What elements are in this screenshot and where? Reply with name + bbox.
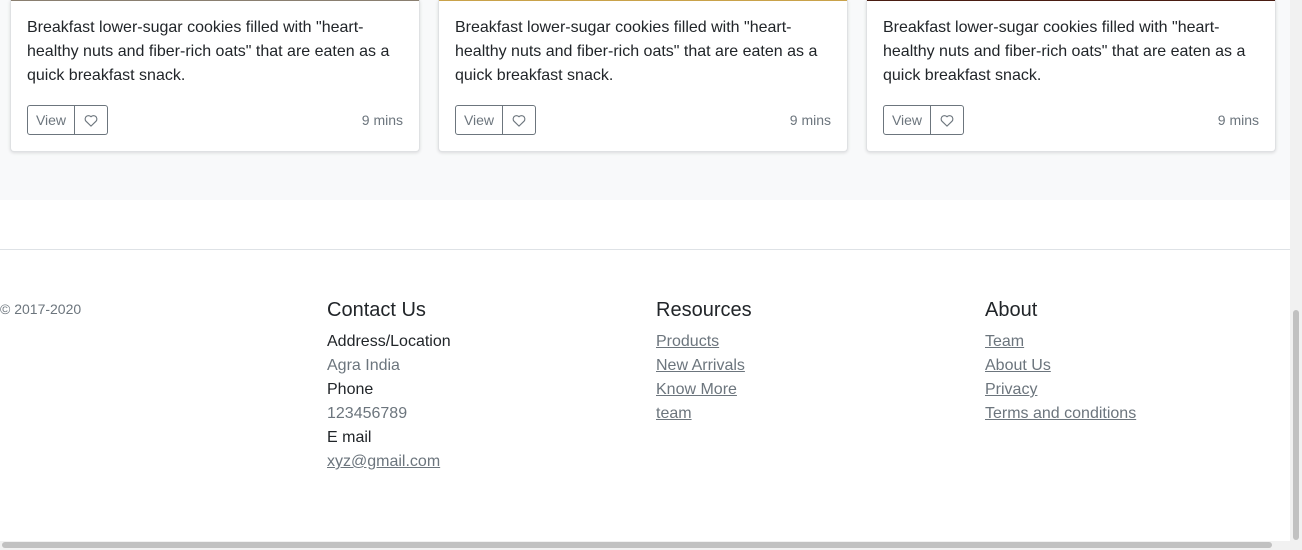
email-label: E mail — [327, 429, 372, 446]
footer-divider — [0, 249, 1290, 250]
card-image — [867, 0, 1275, 1]
email-link[interactable]: xyz@gmail.com — [327, 450, 451, 474]
card-image — [11, 0, 419, 1]
footer-about-column: About Team About Us Privacy Terms and co… — [985, 298, 1136, 426]
card-description: Breakfast lower-sugar cookies filled wit… — [455, 19, 818, 84]
phone-value: 123456789 — [327, 405, 408, 422]
resources-heading: Resources — [656, 299, 752, 321]
heart-outline-icon — [84, 114, 98, 127]
view-button[interactable]: View — [455, 105, 503, 135]
card-actions: View — [455, 105, 536, 135]
view-button[interactable]: View — [27, 105, 75, 135]
footer-link-privacy[interactable]: Privacy — [985, 378, 1136, 402]
recipe-card: Breakfast lower-sugar cookies filled wit… — [866, 0, 1276, 152]
contact-heading: Contact Us — [327, 299, 426, 321]
recipe-card: Breakfast lower-sugar cookies filled wit… — [438, 0, 848, 152]
address-label: Address/Location — [327, 333, 451, 350]
footer-link-know-more[interactable]: Know More — [656, 378, 752, 402]
footer-link-team-resources[interactable]: team — [656, 402, 752, 426]
card-actions: View — [883, 105, 964, 135]
copyright-text: © 2017-2020 — [0, 301, 82, 317]
like-button[interactable] — [931, 105, 964, 135]
like-button[interactable] — [75, 105, 108, 135]
cards-section: Breakfast lower-sugar cookies filled wit… — [0, 0, 1290, 200]
footer-resources-column: Resources Products New Arrivals Know Mor… — [656, 298, 752, 426]
horizontal-scrollbar-thumb[interactable] — [2, 542, 1272, 548]
horizontal-scrollbar[interactable] — [0, 541, 1290, 550]
footer-link-new-arrivals[interactable]: New Arrivals — [656, 354, 752, 378]
heart-outline-icon — [512, 114, 526, 127]
cook-time: 9 mins — [361, 112, 403, 128]
cook-time: 9 mins — [1217, 112, 1259, 128]
footer-link-products[interactable]: Products — [656, 330, 752, 354]
footer-link-team[interactable]: Team — [985, 330, 1136, 354]
address-value: Agra India — [327, 357, 400, 374]
vertical-scrollbar-thumb[interactable] — [1293, 310, 1299, 540]
about-heading: About — [985, 299, 1038, 321]
vertical-scrollbar[interactable] — [1290, 0, 1302, 550]
footer-link-terms[interactable]: Terms and conditions — [985, 402, 1136, 426]
cook-time: 9 mins — [789, 112, 831, 128]
heart-outline-icon — [940, 114, 954, 127]
card-description: Breakfast lower-sugar cookies filled wit… — [883, 19, 1246, 84]
like-button[interactable] — [503, 105, 536, 135]
card-image — [439, 0, 847, 1]
phone-label: Phone — [327, 381, 374, 398]
view-button[interactable]: View — [883, 105, 931, 135]
card-actions: View — [27, 105, 108, 135]
footer-contact-column: Contact Us Address/Location Agra India P… — [327, 298, 451, 474]
card-description: Breakfast lower-sugar cookies filled wit… — [27, 19, 390, 84]
footer-link-about-us[interactable]: About Us — [985, 354, 1136, 378]
recipe-card: Breakfast lower-sugar cookies filled wit… — [10, 0, 420, 152]
